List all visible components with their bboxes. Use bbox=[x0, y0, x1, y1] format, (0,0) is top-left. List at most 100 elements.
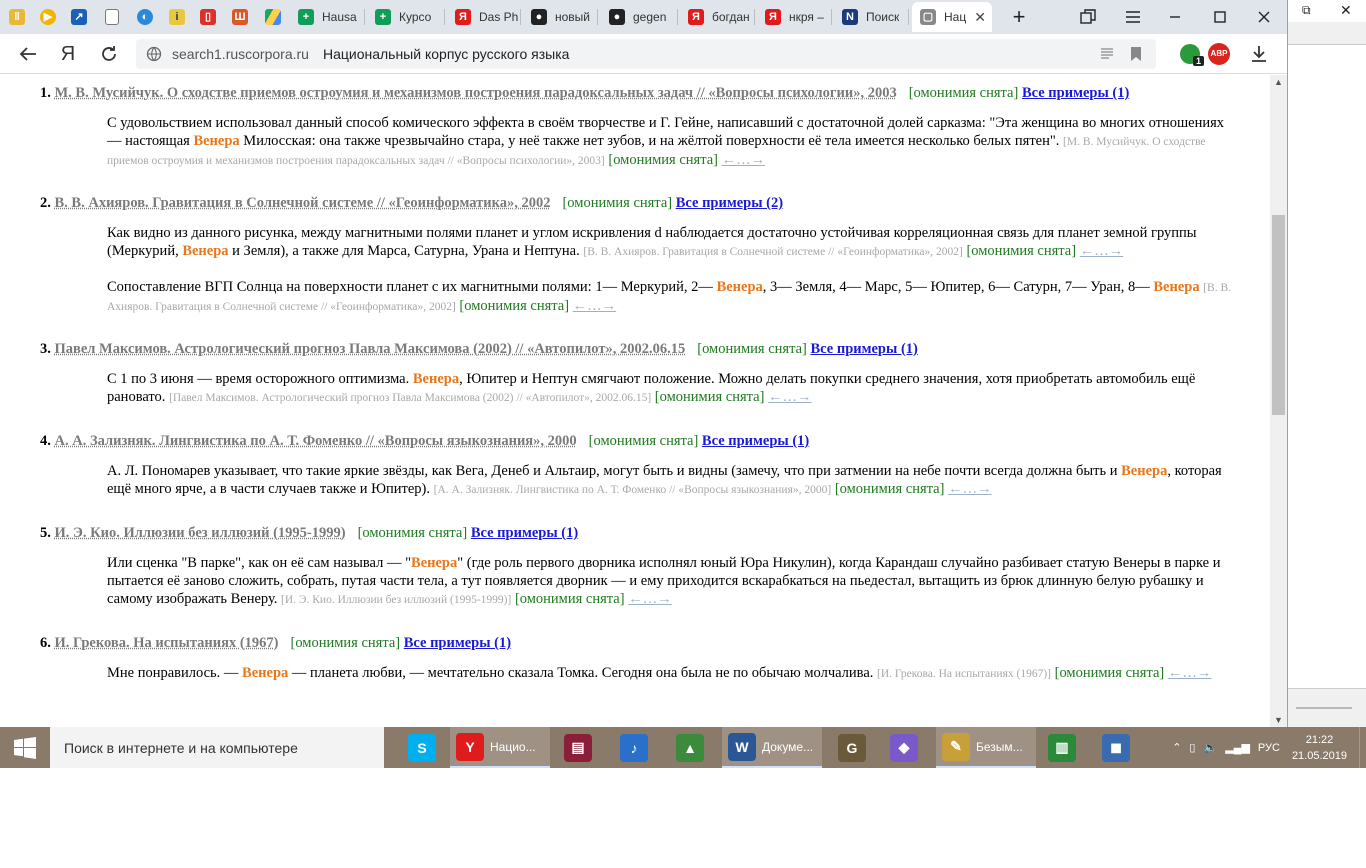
pinned-tab-7[interactable]: ▯ bbox=[197, 6, 219, 28]
close-tab-icon[interactable]: ✕ bbox=[974, 9, 986, 26]
google-drive-icon bbox=[265, 9, 281, 25]
browser-tab[interactable]: N Поиск bbox=[834, 2, 906, 32]
taskbar-app-gimp[interactable]: G bbox=[830, 727, 874, 768]
taskbar-app-edu-app[interactable]: ▲ bbox=[668, 727, 712, 768]
taskbar-app-yandex-browser[interactable]: Y Нацио... bbox=[450, 727, 550, 768]
expand-context-link[interactable]: ←…→ bbox=[948, 481, 992, 497]
homonymy-label: [омонимия снята] bbox=[908, 85, 1019, 101]
result-title-link[interactable]: М. В. Мусийчук. О сходстве приемов остро… bbox=[55, 85, 897, 101]
start-button[interactable] bbox=[0, 727, 50, 768]
background-close-icon[interactable]: ✕ bbox=[1340, 2, 1352, 19]
taskbar-app-paint[interactable]: ✎ Безым... bbox=[936, 727, 1036, 768]
result-snippet: Мне понравилось. — Венера — планета любв… bbox=[107, 664, 1233, 683]
all-examples-link[interactable]: Все примеры (2) bbox=[676, 195, 783, 211]
expand-context-link[interactable]: ←…→ bbox=[768, 389, 812, 405]
snippet-homonymy-label: [омонимия снята] bbox=[1054, 665, 1165, 681]
pinned-tab-9[interactable] bbox=[262, 6, 284, 28]
downloads-icon[interactable] bbox=[1245, 40, 1273, 68]
volume-icon[interactable]: 🔈 bbox=[1203, 741, 1217, 754]
all-examples-link[interactable]: Все примеры (1) bbox=[404, 635, 511, 651]
expand-context-link[interactable]: ←…→ bbox=[722, 152, 766, 168]
expand-context-link[interactable]: ←…→ bbox=[628, 591, 672, 607]
bookmark-icon[interactable] bbox=[1130, 46, 1142, 65]
tray-overflow-icon[interactable]: ⌃ bbox=[1172, 741, 1181, 754]
taskbar-app-tool[interactable]: ◆ bbox=[882, 727, 926, 768]
language-indicator[interactable]: РУС bbox=[1258, 742, 1280, 754]
new-tab-button[interactable]: + bbox=[1004, 0, 1034, 34]
tab-divider bbox=[597, 9, 598, 25]
browser-tab[interactable]: + Hausa bbox=[290, 2, 362, 32]
browser-tab[interactable]: Янкря – bbox=[757, 2, 829, 32]
browser-tab[interactable]: + Курсо bbox=[367, 2, 442, 32]
all-examples-link[interactable]: Все примеры (1) bbox=[1022, 85, 1129, 101]
restore-icon[interactable]: ⧉ bbox=[1302, 3, 1311, 18]
scrollbar-thumb[interactable] bbox=[1272, 215, 1285, 415]
all-examples-link[interactable]: Все примеры (1) bbox=[702, 433, 809, 449]
result-title-link[interactable]: Павел Максимов. Астрологический прогноз … bbox=[55, 341, 686, 357]
pinned-tab-2[interactable]: ▶ bbox=[37, 6, 59, 28]
background-window-statusbar bbox=[1288, 688, 1366, 728]
browser-tab[interactable]: ● gegen bbox=[601, 2, 675, 32]
pinned-tab-1[interactable]: ǁ bbox=[6, 6, 28, 28]
scroll-down-icon[interactable]: ▼ bbox=[1274, 715, 1283, 725]
pinned-tab-4[interactable] bbox=[101, 6, 123, 28]
cloud-icon: ◐ bbox=[137, 9, 153, 25]
expand-context-link[interactable]: ←…→ bbox=[1168, 665, 1212, 681]
homonymy-label: [омонимия снята] bbox=[588, 433, 699, 449]
pinned-tab-5[interactable]: ◐ bbox=[134, 6, 156, 28]
pinned-tab-8[interactable]: Ш bbox=[229, 6, 251, 28]
homonymy-label: [омонимия снята] bbox=[290, 635, 401, 651]
show-desktop-button[interactable] bbox=[1359, 727, 1366, 768]
site-globe-icon[interactable] bbox=[146, 46, 162, 65]
address-bar[interactable]: search1.ruscorpora.ru Национальный корпу… bbox=[136, 39, 1156, 69]
browser-tab[interactable]: ▢ Нац ✕ bbox=[912, 2, 992, 32]
result-title-link[interactable]: А. А. Зализняк. Лингвистика по А. Т. Фом… bbox=[55, 433, 577, 449]
taskbar-app-skype[interactable]: S bbox=[402, 727, 442, 768]
yandex-home-icon[interactable]: Я bbox=[54, 40, 82, 68]
tab-manager-icon[interactable] bbox=[1065, 0, 1111, 34]
taskbar-app-audio[interactable]: ♪ bbox=[612, 727, 656, 768]
result-title-link[interactable]: И. Грекова. На испытаниях (1967) bbox=[55, 635, 279, 651]
result-header: 3. Павел Максимов. Астрологический прогн… bbox=[40, 341, 918, 358]
taskbar-app-chart-app[interactable]: ▥ bbox=[1040, 727, 1084, 768]
browser-tab[interactable]: Я Das Ph bbox=[447, 2, 518, 32]
browser-tab[interactable]: ● новый bbox=[523, 2, 595, 32]
result-title-link[interactable]: В. В. Ахияров. Гравитация в Солнечной си… bbox=[55, 195, 551, 211]
taskbar-app-network-app[interactable]: ◼ bbox=[1094, 727, 1138, 768]
menu-icon[interactable] bbox=[1110, 0, 1156, 34]
all-examples-link[interactable]: Все примеры (1) bbox=[811, 341, 918, 357]
page-scrollbar[interactable]: ▲ ▼ bbox=[1270, 75, 1287, 727]
close-window-button[interactable] bbox=[1241, 0, 1287, 34]
reader-mode-icon[interactable] bbox=[1100, 47, 1114, 64]
result-snippet: Как видно из данного рисунка, между магн… bbox=[107, 224, 1233, 261]
tab-divider bbox=[520, 9, 521, 25]
back-button[interactable] bbox=[14, 40, 42, 68]
taskbar-app-word[interactable]: W Докуме... bbox=[722, 727, 822, 768]
taskbar-app-label: Нацио... bbox=[490, 739, 536, 754]
snippet-text: — планета любви, — мечтательно сказала Т… bbox=[288, 665, 878, 681]
maximize-button[interactable] bbox=[1197, 0, 1243, 34]
reload-button[interactable] bbox=[95, 40, 123, 68]
battery-icon[interactable]: ▯ bbox=[1189, 741, 1195, 754]
taskbar-search-input[interactable]: Поиск в интернете и на компьютере bbox=[50, 727, 384, 768]
extension-icon[interactable]: 1 bbox=[1176, 40, 1204, 68]
expand-context-link[interactable]: ←…→ bbox=[573, 298, 617, 314]
snippet-homonymy-label: [омонимия снята] bbox=[966, 243, 1077, 259]
all-examples-link[interactable]: Все примеры (1) bbox=[471, 525, 578, 541]
network-icon[interactable]: ▂▄▆ bbox=[1225, 741, 1250, 754]
browser-toolbar: Я search1.ruscorpora.ru Национальный кор… bbox=[0, 34, 1287, 74]
pinned-tab-3[interactable]: ↗ bbox=[68, 6, 90, 28]
taskbar-app-winrar[interactable]: ▤ bbox=[556, 727, 600, 768]
pinned-tab-6[interactable]: i bbox=[166, 6, 188, 28]
taskbar: Поиск в интернете и на компьютере S Y Наци… bbox=[0, 727, 1366, 768]
clock[interactable]: 21:22 21.05.2019 bbox=[1292, 732, 1347, 764]
browser-tab[interactable]: Ябогдан bbox=[680, 2, 752, 32]
snippet-homonymy-label: [омонимия снята] bbox=[608, 152, 718, 168]
scroll-up-icon[interactable]: ▲ bbox=[1274, 77, 1283, 87]
snippet-text: С 1 по 3 июня — время осторожного оптими… bbox=[107, 371, 413, 387]
result-title-link[interactable]: И. Э. Кио. Иллюзии без иллюзий (1995-199… bbox=[55, 525, 346, 541]
adblock-icon[interactable]: ABP bbox=[1205, 40, 1233, 68]
zoom-slider[interactable] bbox=[1296, 707, 1352, 709]
minimize-button[interactable] bbox=[1152, 0, 1198, 34]
expand-context-link[interactable]: ←…→ bbox=[1080, 243, 1124, 259]
